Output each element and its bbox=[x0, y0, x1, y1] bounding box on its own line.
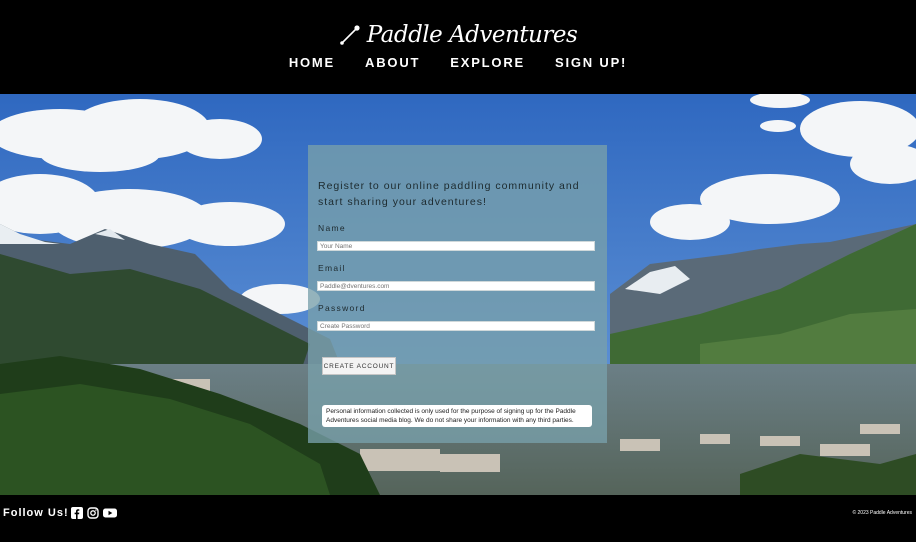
nav-about[interactable]: ABOUT bbox=[365, 55, 420, 70]
privacy-notice: Personal information collected is only u… bbox=[322, 405, 592, 427]
youtube-icon[interactable] bbox=[103, 506, 117, 524]
nav-sign-up[interactable]: SIGN UP! bbox=[555, 55, 627, 70]
form-heading: Register to our online paddling communit… bbox=[318, 180, 580, 208]
brand[interactable]: Paddle Adventures bbox=[0, 22, 916, 48]
facebook-icon[interactable] bbox=[71, 506, 83, 524]
paddle-icon bbox=[339, 25, 360, 45]
instagram-icon[interactable] bbox=[87, 506, 99, 524]
brand-title: Paddle Adventures bbox=[366, 22, 578, 48]
site-footer: Follow Us! © 2023 Paddle Adventures bbox=[0, 495, 916, 542]
copyright-text: © 2023 Paddle Adventures bbox=[852, 510, 912, 516]
password-label: Password bbox=[318, 303, 366, 313]
site-header: Paddle Adventures HOME ABOUT EXPLORE SIG… bbox=[0, 0, 916, 94]
follow-us-label: Follow Us! bbox=[3, 507, 69, 519]
password-input[interactable] bbox=[317, 321, 595, 331]
main-nav: HOME ABOUT EXPLORE SIGN UP! bbox=[0, 55, 916, 70]
email-label: Email bbox=[318, 263, 346, 273]
registration-panel: Register to our online paddling communit… bbox=[308, 145, 607, 443]
name-label: Name bbox=[318, 223, 346, 233]
email-input[interactable] bbox=[317, 281, 595, 291]
nav-explore[interactable]: EXPLORE bbox=[450, 55, 525, 70]
create-account-button[interactable]: CREATE ACCOUNT bbox=[322, 357, 396, 375]
name-input[interactable] bbox=[317, 241, 595, 251]
nav-home[interactable]: HOME bbox=[289, 55, 335, 70]
social-links bbox=[71, 506, 117, 524]
